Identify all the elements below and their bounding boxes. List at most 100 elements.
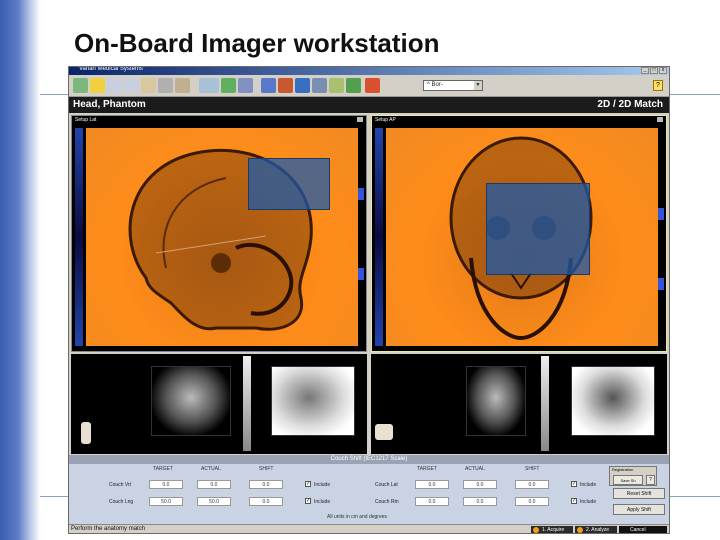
window-titlebar: Varian Medical Systems _ □ x <box>69 67 669 75</box>
couch-orientation-icon <box>375 424 393 440</box>
patient-header: Head, Phantom 2D / 2D Match <box>69 97 669 113</box>
slide-title: On-Board Imager workstation <box>74 28 440 58</box>
view-setup-lat[interactable]: Setup Lat <box>71 115 367 352</box>
step-acquire-label: 1. Acquire <box>542 527 565 533</box>
image-icon[interactable] <box>295 78 310 93</box>
chevron-down-icon[interactable]: ▼ <box>474 81 482 90</box>
status-message: Perform the anatomy match <box>71 526 146 532</box>
view-setup-ap[interactable]: Setup AP <box>371 115 667 352</box>
col-actual: ACTUAL <box>201 466 221 472</box>
kv-lat-thumbnail[interactable] <box>271 366 355 436</box>
include-label: Include <box>314 482 331 488</box>
window-buttons: _ □ x <box>641 67 667 74</box>
ap-xray-image[interactable] <box>386 128 658 346</box>
target-field[interactable]: 50.0 <box>149 497 183 506</box>
cancel-button[interactable]: Cancel <box>619 526 667 533</box>
actual-field[interactable]: 0.0 <box>463 480 497 489</box>
crosshair-icon[interactable] <box>221 78 236 93</box>
include-checkbox[interactable]: ✓ <box>571 498 577 504</box>
help-button[interactable]: ? <box>653 80 663 91</box>
apply-shift-button[interactable]: Apply Shift <box>613 504 665 515</box>
shift-field[interactable]: 0.0 <box>515 480 549 489</box>
toolbar: ^ Bor- ▼ ? <box>69 75 669 97</box>
include-checkbox[interactable]: ✓ <box>305 481 311 487</box>
reset-shift-button[interactable]: Reset Shift <box>613 488 665 499</box>
step-status-icon <box>533 527 539 533</box>
include-label: Include <box>580 499 597 505</box>
drr-lat-thumbnail[interactable] <box>151 366 231 436</box>
target-field[interactable]: 0.0 <box>415 480 449 489</box>
reference-thumbnails-ap <box>371 354 667 454</box>
help-button[interactable]: ? <box>646 475 655 485</box>
reference-thumbnails-lat <box>71 354 367 454</box>
brightness-icon[interactable] <box>90 78 105 93</box>
ruler-icon[interactable] <box>175 78 190 93</box>
contour-icon[interactable] <box>346 78 361 93</box>
row-label: Couch Lat <box>375 482 398 488</box>
units-note: All units in cm and degrees <box>327 514 388 520</box>
status-bar: Perform the anatomy match 1. Acquire 2. … <box>69 524 669 533</box>
col-shift: SHIFT <box>259 466 274 472</box>
step-status-icon <box>577 527 583 533</box>
selection-combo[interactable]: ^ Bor- ▼ <box>423 80 483 91</box>
include-label: Include <box>580 482 597 488</box>
roi-overlay-lat[interactable] <box>248 158 330 210</box>
cancel-label: Cancel <box>630 527 646 533</box>
roi-overlay-ap[interactable] <box>486 183 590 275</box>
view-close-icon[interactable] <box>357 117 363 122</box>
step-acquire[interactable]: 1. Acquire <box>531 526 573 533</box>
registration-label: Registration <box>612 467 634 472</box>
view-right-scale <box>658 128 664 346</box>
export-icon[interactable] <box>365 78 380 93</box>
zoom-out-icon[interactable] <box>124 78 139 93</box>
measure-icon[interactable] <box>141 78 156 93</box>
view-label-ap: Setup AP <box>375 117 396 123</box>
maximize-button[interactable]: □ <box>650 67 658 74</box>
close-button[interactable]: x <box>659 67 667 74</box>
layout-icon[interactable] <box>278 78 293 93</box>
patient-orientation-icon <box>81 422 91 444</box>
shift-field[interactable]: 0.0 <box>515 497 549 506</box>
lateral-xray-image[interactable] <box>86 128 358 346</box>
shift-field[interactable]: 0.0 <box>249 480 283 489</box>
row-label: Couch Rtn <box>375 499 399 505</box>
view-label-lat: Setup Lat <box>75 117 97 123</box>
actual-field[interactable]: 0.0 <box>197 480 231 489</box>
window-title: Varian Medical Systems <box>79 66 143 72</box>
view-close-icon[interactable] <box>657 117 663 122</box>
zoom-in-icon[interactable] <box>107 78 122 93</box>
slide-side-bar <box>0 0 40 540</box>
target-field[interactable]: 0.0 <box>149 480 183 489</box>
target-field[interactable]: 0.0 <box>415 497 449 506</box>
patient-name: Head, Phantom <box>73 99 146 110</box>
actual-field[interactable]: 0.0 <box>463 497 497 506</box>
row-label: Couch Vrt <box>109 482 132 488</box>
step-analyze[interactable]: 2. Analyze <box>575 526 617 533</box>
shift-field[interactable]: 0.0 <box>249 497 283 506</box>
couch-shift-title: Couch Shift (IEC1217 Scale) <box>69 455 669 464</box>
point-icon[interactable] <box>158 78 173 93</box>
level-slider[interactable] <box>541 356 549 451</box>
blend-icon[interactable] <box>261 78 276 93</box>
level-slider[interactable] <box>243 356 251 451</box>
color-icon[interactable] <box>329 78 344 93</box>
drr-ap-thumbnail[interactable] <box>466 366 526 436</box>
minimize-button[interactable]: _ <box>641 67 649 74</box>
include-checkbox[interactable]: ✓ <box>305 498 311 504</box>
match-mode: 2D / 2D Match <box>597 99 663 110</box>
grid-icon[interactable] <box>238 78 253 93</box>
obi-app-window: Varian Medical Systems _ □ x ^ Bor- ▼ ? … <box>68 66 670 534</box>
spot-icon[interactable] <box>312 78 327 93</box>
registration-box: Registration Save Sh ? <box>609 466 657 486</box>
col-target: TARGET <box>153 466 173 472</box>
save-shift-button[interactable]: Save Sh <box>613 475 643 485</box>
view-left-scale <box>375 128 383 346</box>
view-right-scale <box>358 128 364 346</box>
combo-value: ^ Bor- <box>427 82 443 88</box>
window-level-icon[interactable] <box>199 78 219 93</box>
hand-icon[interactable] <box>73 78 88 93</box>
kv-ap-thumbnail[interactable] <box>571 366 655 436</box>
actual-field[interactable]: 50.0 <box>197 497 231 506</box>
include-checkbox[interactable]: ✓ <box>571 481 577 487</box>
col-shift: SHIFT <box>525 466 540 472</box>
